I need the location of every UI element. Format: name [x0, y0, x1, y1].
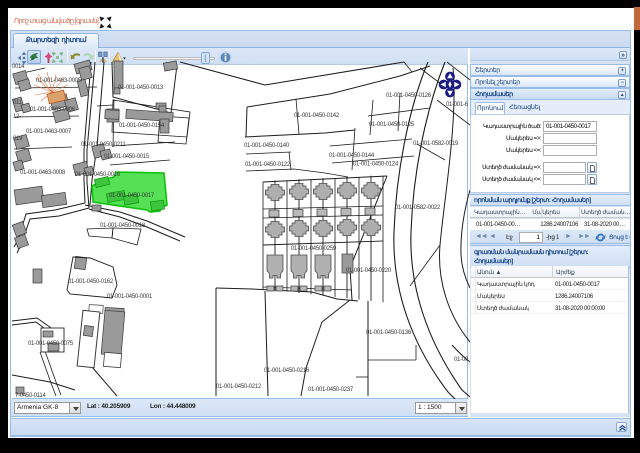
svg-text:01-001-0450-0144: 01-001-0450-0144: [329, 153, 375, 159]
svg-text:01-001-0450-0259: 01-001-0450-0259: [291, 246, 337, 252]
svg-text:011: 011: [13, 100, 23, 106]
svg-text:01-001-0582-0019: 01-001-0582-0019: [413, 141, 459, 147]
svg-text:01-001-0450-0016: 01-001-0450-0016: [75, 172, 121, 178]
svg-text:12-: 12-: [13, 114, 21, 120]
svg-text:01-001-0450-0122: 01-001-0450-0122: [245, 162, 291, 168]
svg-text:01-001-0450-0162: 01-001-0450-0162: [68, 279, 114, 285]
svg-text:01-001-6: 01-001-6: [446, 102, 469, 108]
svg-text:01-00: 01-00: [454, 357, 469, 363]
svg-text:01-001-0450-0015: 01-001-0450-0015: [104, 154, 150, 160]
svg-text:01-001-0450-0237: 01-001-0450-0237: [308, 387, 354, 393]
svg-text:01-001-0463-0007: 01-001-0463-0007: [26, 129, 72, 135]
svg-text:0014: 0014: [12, 64, 25, 70]
svg-text:019: 019: [13, 136, 23, 142]
svg-text:01-001-0450-0075: 01-001-0450-0075: [28, 341, 74, 347]
svg-text:01-001-0450-0126: 01-001-0450-0126: [386, 93, 432, 99]
svg-text:01-001-0450-0212: 01-001-0450-0212: [216, 384, 262, 390]
svg-text:01-001-0463-0008: 01-001-0463-0008: [20, 170, 66, 176]
svg-text:01-001-0450-0124: 01-001-0450-0124: [353, 162, 399, 168]
svg-text:01-001-0450-0018: 01-001-0450-0018: [100, 223, 146, 229]
svg-text:01-001-0463-0006: 01-001-0463-0006: [30, 107, 76, 113]
svg-text:01-001-0450-0125: 01-001-0450-0125: [369, 122, 415, 128]
svg-text:01-001-0450-0136: 01-001-0450-0136: [366, 330, 412, 336]
svg-text:01-001-0450-0013: 01-001-0450-0013: [118, 85, 164, 91]
svg-text:01-001-0450-0216: 01-001-0450-0216: [264, 368, 310, 374]
svg-text:01-001-0582-0022: 01-001-0582-0022: [395, 205, 441, 211]
svg-text:01-001-0450-0220: 01-001-0450-0220: [346, 268, 392, 274]
svg-text:01-001-0450-0140: 01-001-0450-0140: [244, 143, 290, 149]
svg-text:01-001-0463-0005: 01-001-0463-0005: [36, 78, 82, 84]
svg-text:01-001-0450-0211: 01-001-0450-0211: [81, 142, 126, 148]
svg-text:01-001-0450-0142: 01-001-0450-0142: [294, 113, 340, 119]
svg-text:01-001-0450-0001: 01-001-0450-0001: [107, 294, 153, 300]
svg-text:01-001-0450-0017: 01-001-0450-0017: [109, 193, 155, 199]
svg-text:01-001-0450-0154: 01-001-0450-0154: [119, 123, 165, 129]
